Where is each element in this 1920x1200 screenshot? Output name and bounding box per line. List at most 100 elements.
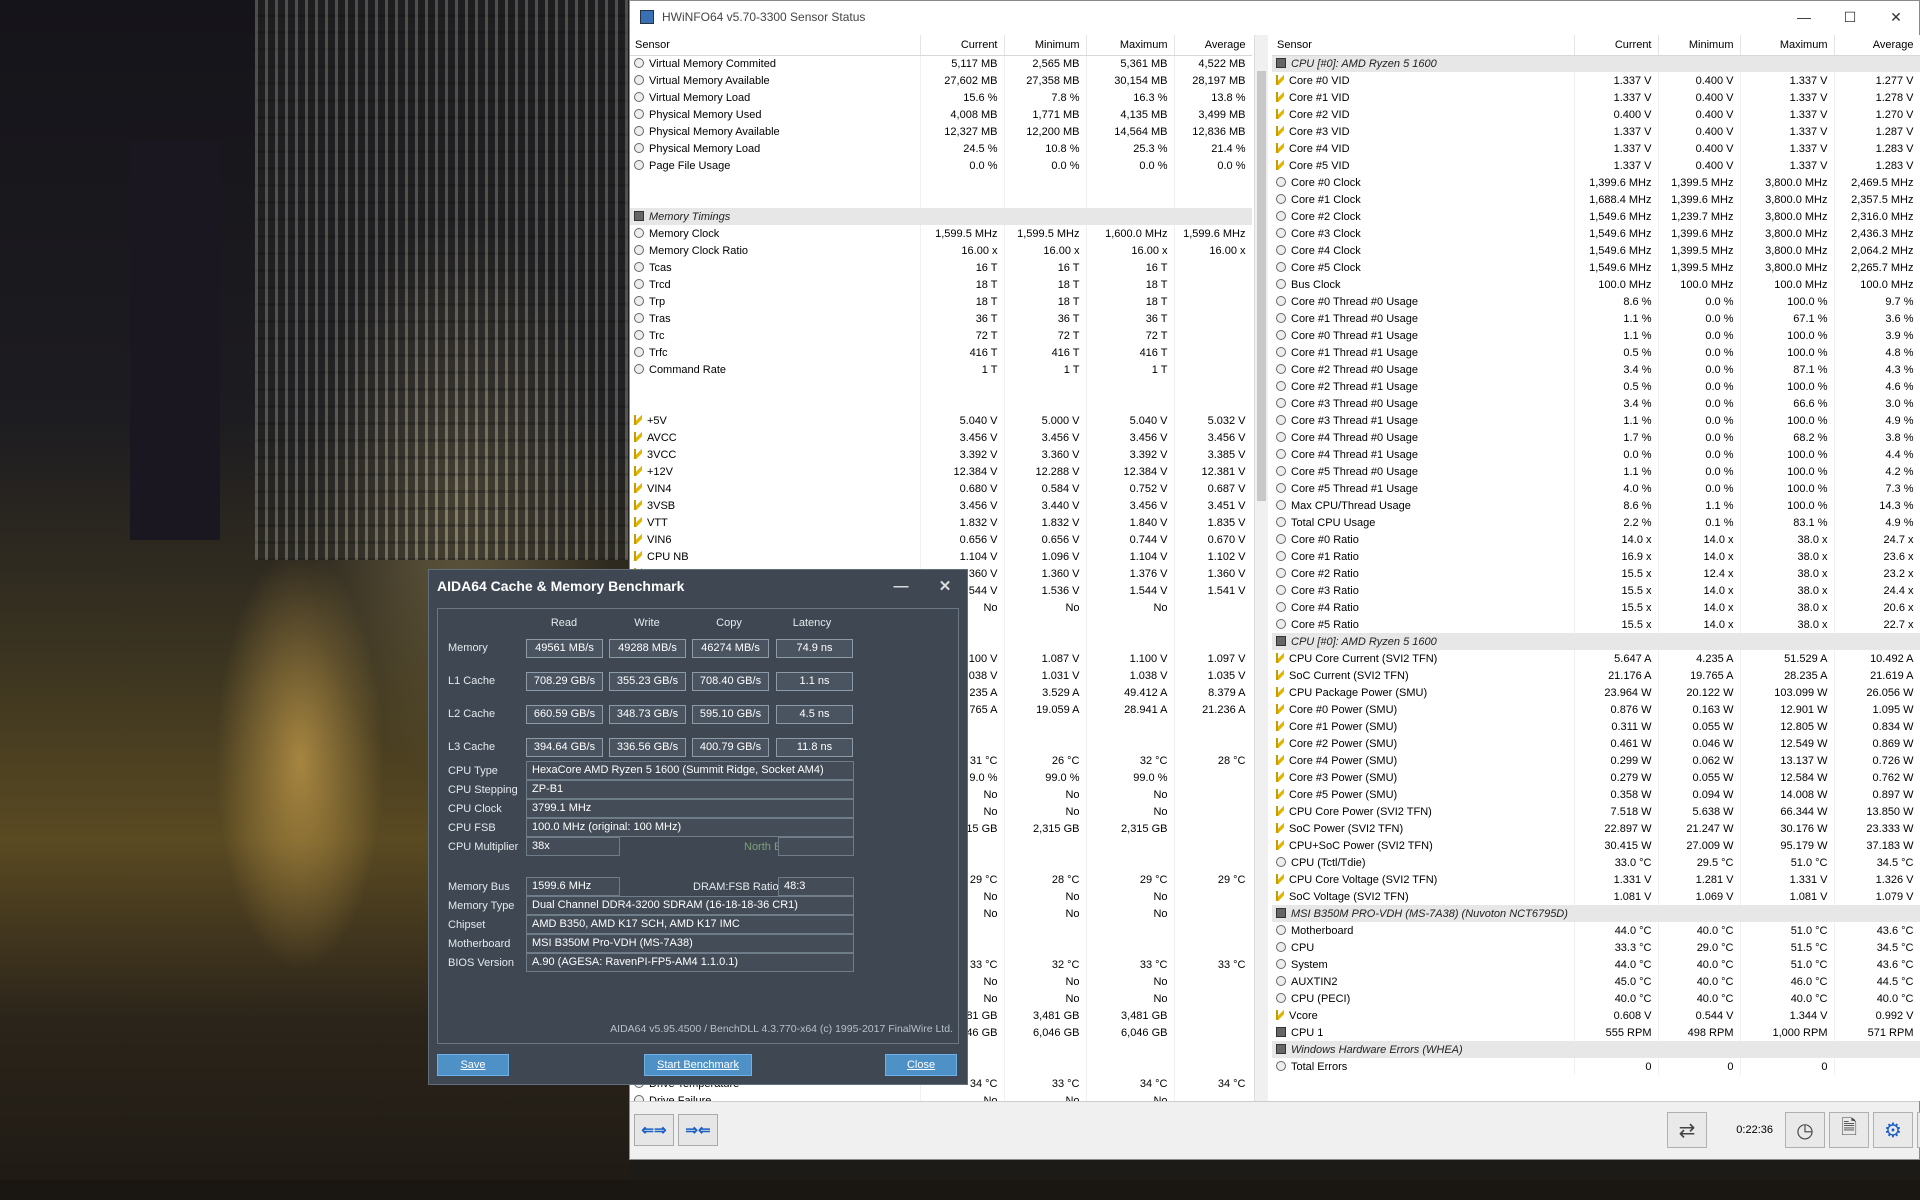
col-header-average[interactable]: Average (1834, 35, 1920, 56)
sensor-group-header[interactable]: Windows Hardware Errors (WHEA) (1272, 1041, 1920, 1058)
sensor-row[interactable]: Core #5 Ratio 15.5 x 14.0 x 38.0 x 22.7 x (1272, 616, 1920, 633)
left-pane-scrollbar[interactable] (1254, 35, 1268, 1101)
sensor-row[interactable]: Core #4 Thread #1 Usage 0.0 % 0.0 % 100.0 %… (1272, 446, 1920, 463)
col-header-current[interactable]: Current (920, 35, 1005, 56)
sensor-row[interactable]: SoC Voltage (SVI2 TFN) 1.081 V 1.069 V 1.08… (1272, 888, 1920, 905)
sensor-row[interactable]: Trcd 18 T 18 T 18 T (630, 276, 1252, 293)
sensor-row[interactable]: Core #5 VID 1.337 V 0.400 V 1.337 V 1.283 V (1272, 157, 1920, 174)
sensor-row[interactable]: Total Errors 0 0 0 (1272, 1058, 1920, 1075)
sensor-row[interactable]: Core #2 Ratio 15.5 x 12.4 x 38.0 x 23.2 x (1272, 565, 1920, 582)
col-header-minimum[interactable]: Minimum (1658, 35, 1741, 56)
sensor-row[interactable]: Physical Memory Available 12,327 MB 12,200… (630, 123, 1252, 140)
sensor-group-label[interactable]: CPU [#0]: AMD Ryzen 5 1600 (1272, 55, 1920, 72)
sensor-row[interactable]: Core #0 VID 1.337 V 0.400 V 1.337 V 1.277 V (1272, 72, 1920, 89)
sensor-row[interactable]: Core #2 Clock 1,549.6 MHz 1,239.7 MHz 3,800… (1272, 208, 1920, 225)
sensor-row[interactable]: SoC Power (SVI2 TFN) 22.897 W 21.247 W 30.1… (1272, 820, 1920, 837)
sensor-row[interactable]: System 44.0 °C 40.0 °C 51.0 °C 43.6 °C (1272, 956, 1920, 973)
sensor-row[interactable]: Motherboard 44.0 °C 40.0 °C 51.0 °C 43.6 °C (1272, 922, 1920, 939)
sensor-row[interactable]: Core #4 Thread #0 Usage 1.7 % 0.0 % 68.2 % 3… (1272, 429, 1920, 446)
sensor-row[interactable]: Page File Usage 0.0 % 0.0 % 0.0 % 0.0 % (630, 157, 1252, 174)
sensor-pane-right[interactable]: Sensor Current Minimum Maximum Average C… (1272, 35, 1920, 1101)
col-header-current[interactable]: Current (1574, 35, 1659, 56)
sensor-row[interactable]: Core #3 Ratio 15.5 x 14.0 x 38.0 x 24.4 x (1272, 582, 1920, 599)
sensor-group-label[interactable]: MSI B350M PRO-VDH (MS-7A38) (Nuvoton NCT… (1272, 905, 1920, 922)
sensor-row[interactable]: Core #2 Power (SMU) 0.461 W 0.046 W 12.549 … (1272, 735, 1920, 752)
sensor-row[interactable]: CPU (Tctl/Tdie) 33.0 °C 29.5 °C 51.0 °C 34.5… (1272, 854, 1920, 871)
sensor-row[interactable]: Total CPU Usage 2.2 % 0.1 % 83.1 % 4.9 % (1272, 514, 1920, 531)
close-button[interactable]: ✕ (923, 577, 967, 595)
sensor-row[interactable]: Core #3 VID 1.337 V 0.400 V 1.337 V 1.287 V (1272, 123, 1920, 140)
close-button-bottom[interactable]: Close (885, 1054, 957, 1076)
sensor-group-header[interactable]: CPU [#0]: AMD Ryzen 5 1600 (1272, 55, 1920, 72)
sensor-row[interactable]: Tras 36 T 36 T 36 T (630, 310, 1252, 327)
sensor-row[interactable]: Core #0 Thread #0 Usage 8.6 % 0.0 % 100.0 %… (1272, 293, 1920, 310)
sensor-row[interactable]: Core #0 Power (SMU) 0.876 W 0.163 W 12.901 … (1272, 701, 1920, 718)
start-benchmark-button[interactable]: Start Benchmark (644, 1054, 752, 1076)
sensor-row[interactable]: CPU Package Power (SMU) 23.964 W 20.122 W1… (1272, 684, 1920, 701)
sensor-row[interactable]: Core #2 Thread #0 Usage 3.4 % 0.0 % 87.1 % 4… (1272, 361, 1920, 378)
sensor-row[interactable]: Core #5 Clock 1,549.6 MHz 1,399.5 MHz 3,800… (1272, 259, 1920, 276)
sensor-row[interactable]: Core #1 Clock 1,688.4 MHz 1,399.6 MHz 3,800… (1272, 191, 1920, 208)
sensor-row[interactable]: +5V 5.040 V 5.000 V 5.040 V 5.032 V (630, 412, 1252, 429)
close-button[interactable]: ✕ (1873, 1, 1919, 33)
sensor-row[interactable]: Trp 18 T 18 T 18 T (630, 293, 1252, 310)
sensor-row[interactable]: AVCC 3.456 V 3.456 V 3.456 V 3.456 V (630, 429, 1252, 446)
scrollbar-thumb[interactable] (1257, 71, 1266, 501)
sensor-row[interactable]: CPU 33.3 °C 29.0 °C 51.5 °C 34.5 °C (1272, 939, 1920, 956)
sensor-group-header[interactable]: MSI B350M PRO-VDH (MS-7A38) (Nuvoton NCT… (1272, 905, 1920, 922)
sensor-row[interactable]: Core #1 Thread #0 Usage 1.1 % 0.0 % 67.1 % 3… (1272, 310, 1920, 327)
gear-icon[interactable]: ⚙ (1873, 1112, 1913, 1148)
sensor-group-label[interactable]: CPU [#0]: AMD Ryzen 5 1600 (1272, 633, 1920, 650)
minimize-button[interactable]: — (1781, 1, 1827, 33)
sensor-row[interactable]: Core #3 Thread #0 Usage 3.4 % 0.0 % 66.6 % 3… (1272, 395, 1920, 412)
save-button[interactable]: Save (437, 1054, 509, 1076)
sensor-row[interactable]: VIN6 0.656 V 0.656 V 0.744 V 0.670 V (630, 531, 1252, 548)
sensor-row[interactable]: Virtual Memory Load 15.6 % 7.8 % 16.3 % 13.8… (630, 89, 1252, 106)
sensor-row[interactable]: Max CPU/Thread Usage 8.6 % 1.1 % 100.0 % 14.… (1272, 497, 1920, 514)
sensor-row[interactable]: Core #0 Thread #1 Usage 1.1 % 0.0 % 100.0 %… (1272, 327, 1920, 344)
sensor-row[interactable]: CPU NB 1.104 V 1.096 V 1.104 V 1.102 V (630, 548, 1252, 565)
sensor-row[interactable]: Core #1 VID 1.337 V 0.400 V 1.337 V 1.278 V (1272, 89, 1920, 106)
sensor-row[interactable]: Core #0 Ratio 14.0 x 14.0 x 38.0 x 24.7 x (1272, 531, 1920, 548)
sensor-group-header[interactable]: Memory Timings (630, 208, 1252, 225)
col-header-sensor[interactable]: Sensor (1272, 35, 1575, 56)
sensor-row[interactable]: Memory Clock 1,599.5 MHz 1,599.5 MHz 1,600.… (630, 225, 1252, 242)
col-header-minimum[interactable]: Minimum (1004, 35, 1087, 56)
sensor-row[interactable]: Trc 72 T 72 T 72 T (630, 327, 1252, 344)
sensor-row[interactable]: Core #4 Power (SMU) 0.299 W 0.062 W 13.137 … (1272, 752, 1920, 769)
sensor-row[interactable]: CPU Core Power (SVI2 TFN) 7.518 W 5.638 W6… (1272, 803, 1920, 820)
sensor-group-label[interactable]: Memory Timings (630, 208, 1252, 225)
clock-icon[interactable]: ◷ (1785, 1112, 1825, 1148)
sensor-row[interactable]: Core #1 Ratio 16.9 x 14.0 x 38.0 x 23.6 x (1272, 548, 1920, 565)
sensor-row[interactable]: Core #2 Thread #1 Usage 0.5 % 0.0 % 100.0 %… (1272, 378, 1920, 395)
sensor-row[interactable]: Trfc 416 T 416 T 416 T (630, 344, 1252, 361)
sensor-row[interactable]: VIN4 0.680 V 0.584 V 0.752 V 0.687 V (630, 480, 1252, 497)
sensor-group-header[interactable]: CPU [#0]: AMD Ryzen 5 1600 (1272, 633, 1920, 650)
sensor-row[interactable]: Core #5 Thread #1 Usage 4.0 % 0.0 % 100.0 %… (1272, 480, 1920, 497)
sensor-row[interactable]: Command Rate 1 T1 T1 T (630, 361, 1252, 378)
sensor-row[interactable]: Physical Memory Used 4,008 MB 1,771 MB 4,13… (630, 106, 1252, 123)
sensor-row[interactable]: CPU+SoC Power (SVI2 TFN) 30.415 W 27.009 W… (1272, 837, 1920, 854)
sensor-row[interactable]: SoC Current (SVI2 TFN) 21.176 A 19.765 A 28… (1272, 667, 1920, 684)
sensor-row[interactable]: Virtual Memory Commited 5,117 MB 2,565 MB 5… (630, 55, 1252, 72)
col-header-sensor[interactable]: Sensor (630, 35, 921, 56)
sensor-row[interactable]: CPU Core Current (SVI2 TFN) 5.647 A 4.235 … (1272, 650, 1920, 667)
maximize-button[interactable]: ☐ (1827, 1, 1873, 33)
col-header-maximum[interactable]: Maximum (1086, 35, 1175, 56)
sensor-row[interactable]: Core #3 Clock 1,549.6 MHz 1,399.6 MHz 3,800… (1272, 225, 1920, 242)
sensor-row[interactable]: Core #3 Thread #1 Usage 1.1 % 0.0 % 100.0 %… (1272, 412, 1920, 429)
sensor-row[interactable]: Drive Failure No No No (630, 1092, 1252, 1101)
sensor-row[interactable]: Core #0 Clock 1,399.6 MHz 1,399.5 MHz 3,800… (1272, 174, 1920, 191)
sensor-row[interactable]: Core #4 VID 1.337 V 0.400 V 1.337 V 1.283 V (1272, 140, 1920, 157)
sensor-row[interactable]: Memory Clock Ratio 16.00 x 16.00 x 16.00 x1… (630, 242, 1252, 259)
col-header-maximum[interactable]: Maximum (1740, 35, 1835, 56)
sensor-row[interactable]: Core #4 Clock 1,549.6 MHz 1,399.5 MHz 3,800… (1272, 242, 1920, 259)
arrows-collapse-icon[interactable]: ⇒⇐ (678, 1114, 718, 1146)
sensor-row[interactable]: Core #5 Thread #0 Usage 1.1 % 0.0 % 100.0 %… (1272, 463, 1920, 480)
report-add-icon[interactable]: 🗎 (1829, 1112, 1869, 1148)
sensor-row[interactable]: CPU Core Voltage (SVI2 TFN) 1.331 V 1.281 … (1272, 871, 1920, 888)
sensor-row[interactable]: Vcore 0.608 V 0.544 V 1.344 V 0.992 V (1272, 1007, 1920, 1024)
sensor-row[interactable]: Core #1 Power (SMU) 0.311 W 0.055 W 12.805 … (1272, 718, 1920, 735)
sensor-group-label[interactable]: Windows Hardware Errors (WHEA) (1272, 1041, 1920, 1058)
sensor-row[interactable]: CPU 1 555 RPM 498 RPM 1,000 RPM 571 RPM (1272, 1024, 1920, 1041)
